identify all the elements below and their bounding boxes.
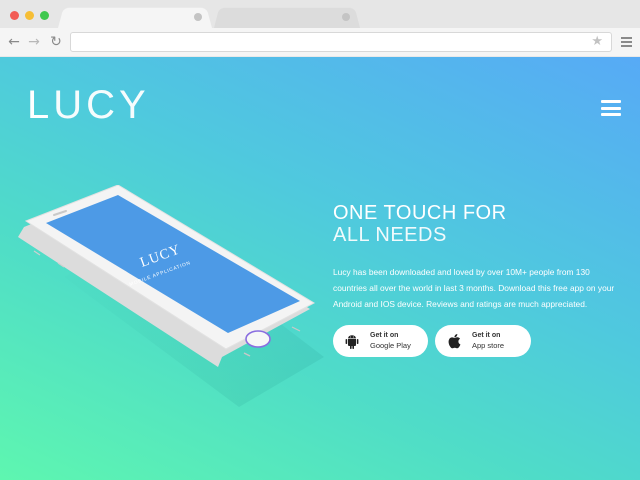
hero-description: Lucy has been downloaded and loved by ov… [333, 267, 615, 309]
apple-button-label: App store [472, 341, 505, 350]
google-button-small-text: Get it on [370, 332, 399, 339]
hero-headline: ONE TOUCH FOR ALL NEEDS [333, 202, 507, 246]
tab-close-icon[interactable] [342, 13, 350, 21]
phone-svg: LUCY MOBILE APPLICATION [18, 184, 324, 407]
browser-menu-icon[interactable] [621, 37, 632, 47]
logo[interactable]: LUCY [27, 83, 150, 127]
apple-icon [445, 332, 463, 350]
app-store-button[interactable]: Get it on App store [435, 325, 531, 357]
browser-tab-active[interactable] [58, 6, 212, 28]
window-controls [10, 11, 49, 20]
forward-icon[interactable]: → [26, 33, 42, 51]
home-button [245, 330, 271, 348]
reload-icon[interactable]: ↻ [48, 33, 64, 51]
landing-page: LUCY LUCY MOBILE APPLICATION ONE TOUCH F… [0, 57, 640, 480]
headline-line1: ONE TOUCH FOR [333, 202, 507, 224]
browser-chrome: ← → ↻ ★ [0, 0, 640, 56]
star-icon[interactable]: ★ [591, 34, 603, 50]
google-play-button[interactable]: Get it on Google Play [333, 325, 428, 357]
android-icon [343, 332, 361, 350]
browser-toolbar: ← → ↻ ★ [0, 28, 640, 56]
apple-button-small-text: Get it on [472, 332, 501, 339]
maximize-window-button[interactable] [40, 11, 49, 20]
back-icon[interactable]: ← [6, 33, 22, 51]
browser-tab-inactive[interactable] [214, 6, 360, 28]
phone-illustration: LUCY MOBILE APPLICATION [14, 184, 334, 415]
minimize-window-button[interactable] [25, 11, 34, 20]
headline-line2: ALL NEEDS [333, 224, 447, 246]
address-bar[interactable]: ★ [70, 32, 612, 52]
google-button-label: Google Play [370, 341, 411, 350]
tab-close-icon[interactable] [194, 13, 202, 21]
close-window-button[interactable] [10, 11, 19, 20]
hamburger-icon[interactable] [601, 100, 621, 116]
